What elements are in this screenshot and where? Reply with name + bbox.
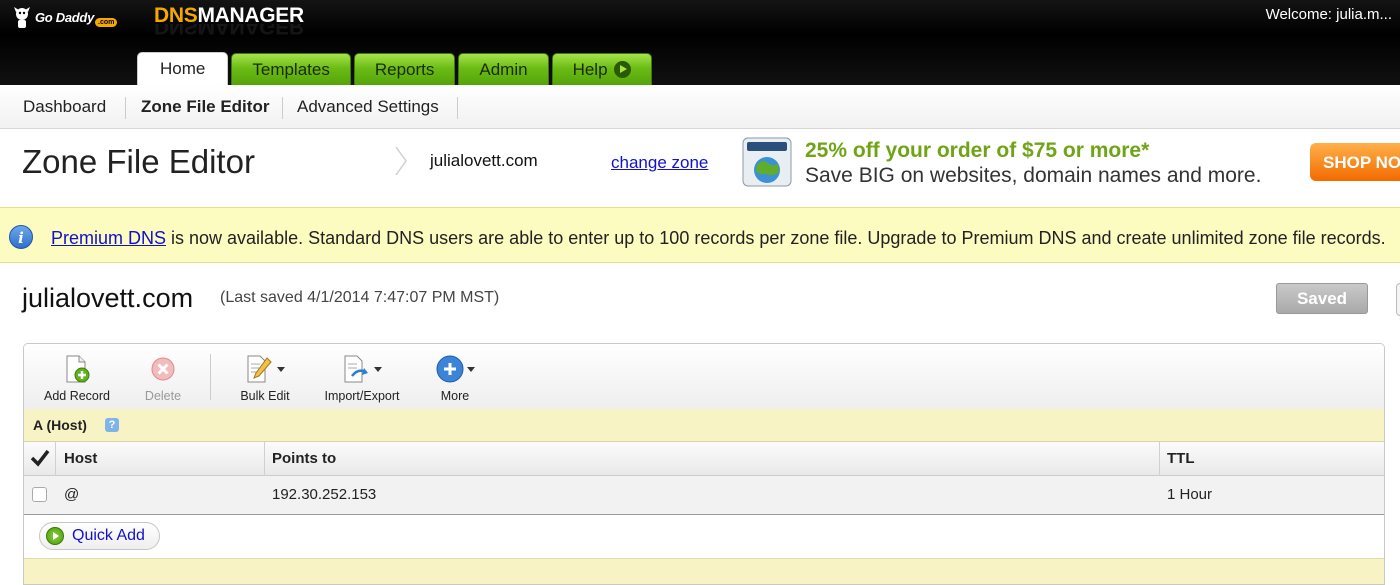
promo-subline: Save BIG on websites, domain names and m… (805, 164, 1262, 187)
records-table-header: Host Points to TTL (24, 442, 1384, 476)
welcome-user[interactable]: Welcome: julia.m... (1266, 6, 1392, 23)
import-export-icon (344, 355, 368, 383)
quick-add-label: Quick Add (72, 527, 145, 544)
play-icon (613, 61, 631, 78)
promo-headline[interactable]: 25% off your order of $75 or more* (805, 139, 1149, 163)
dropdown-caret-icon (467, 366, 475, 372)
plus-circle-icon (436, 355, 464, 383)
add-record-button[interactable]: Add Record (40, 354, 114, 403)
logo-text: Go Daddy (35, 9, 94, 25)
last-saved-text: (Last saved 4/1/2014 7:47:07 PM MST) (220, 289, 500, 306)
a-host-section-header[interactable]: A (Host) ? (24, 409, 1384, 442)
cell-ttl[interactable]: 1 Hour (1167, 486, 1212, 503)
info-icon: i (9, 225, 33, 249)
column-header-points-to[interactable]: Points to (272, 450, 336, 467)
table-row[interactable]: @ 192.30.252.153 1 Hour (24, 476, 1384, 515)
delete-button[interactable]: Delete (136, 354, 190, 403)
notice-message: is now available. Standard DNS users are… (166, 228, 1386, 248)
top-bar: Go Daddy .com DNSMANAGER DNSMANAGER Welc… (0, 0, 1400, 85)
change-zone-link[interactable]: change zone (611, 153, 708, 173)
zone-records-panel: Add Record Delete Bulk Edit Import/Expor… (23, 343, 1385, 585)
tab-admin[interactable]: Admin (458, 53, 549, 85)
subnav-divider (282, 97, 283, 119)
tab-help[interactable]: Help (551, 53, 652, 85)
edge-button[interactable] (1396, 283, 1400, 316)
column-header-host[interactable]: Host (64, 450, 97, 467)
premium-dns-notice: i Premium DNS is now available. Standard… (0, 207, 1400, 263)
subnav-dashboard[interactable]: Dashboard (23, 97, 106, 117)
records-toolbar: Add Record Delete Bulk Edit Import/Expor… (24, 344, 1384, 410)
logo-suffix: .com (95, 17, 118, 27)
domain-heading: julialovett.com (22, 283, 194, 313)
bulk-edit-icon (247, 355, 272, 383)
row-checkbox[interactable] (32, 487, 47, 502)
tab-reports[interactable]: Reports (353, 53, 456, 85)
godaddy-mascot-icon (14, 7, 30, 28)
tab-templates[interactable]: Templates (231, 53, 351, 85)
page-title: Zone File Editor (22, 143, 255, 180)
help-icon[interactable]: ? (105, 418, 119, 432)
more-button[interactable]: More (432, 354, 478, 403)
godaddy-logo[interactable]: Go Daddy .com (12, 4, 118, 30)
main-tabs: Home Templates Reports Admin Help (137, 52, 652, 85)
website-globe-icon[interactable] (742, 137, 792, 187)
bulk-edit-button[interactable]: Bulk Edit (232, 354, 298, 403)
section-title: A (Host) (33, 417, 87, 433)
add-record-icon (66, 355, 90, 383)
cell-points-to[interactable]: 192.30.252.153 (272, 486, 376, 503)
premium-dns-link[interactable]: Premium DNS (51, 228, 166, 248)
subnav-zone-file-editor[interactable]: Zone File Editor (141, 97, 269, 117)
sub-nav: Dashboard Zone File Editor Advanced Sett… (0, 85, 1400, 129)
select-all-checkmark-icon[interactable] (30, 448, 50, 468)
quick-add-button[interactable]: Quick Add (39, 522, 160, 550)
tab-home[interactable]: Home (137, 52, 229, 85)
cell-host[interactable]: @ (64, 486, 79, 503)
subnav-divider (125, 97, 126, 119)
current-zone: julialovett.com (430, 151, 538, 170)
dropdown-caret-icon (277, 366, 285, 372)
app-title-reflection: DNSMANAGER (154, 24, 304, 38)
toolbar-divider (210, 354, 211, 400)
import-export-button[interactable]: Import/Export (320, 354, 404, 403)
subnav-advanced-settings[interactable]: Advanced Settings (297, 97, 439, 117)
next-section-strip (24, 558, 1384, 584)
chevron-right-icon (395, 146, 407, 176)
subnav-divider (457, 97, 458, 119)
notice-text: Premium DNS is now available. Standard D… (51, 228, 1386, 249)
column-header-ttl[interactable]: TTL (1167, 450, 1195, 467)
saved-button[interactable]: Saved (1276, 283, 1368, 314)
dropdown-caret-icon (374, 366, 382, 372)
quick-add-play-icon (46, 527, 64, 545)
shop-now-button[interactable]: SHOP NOW (1310, 143, 1400, 181)
delete-icon (151, 357, 175, 381)
